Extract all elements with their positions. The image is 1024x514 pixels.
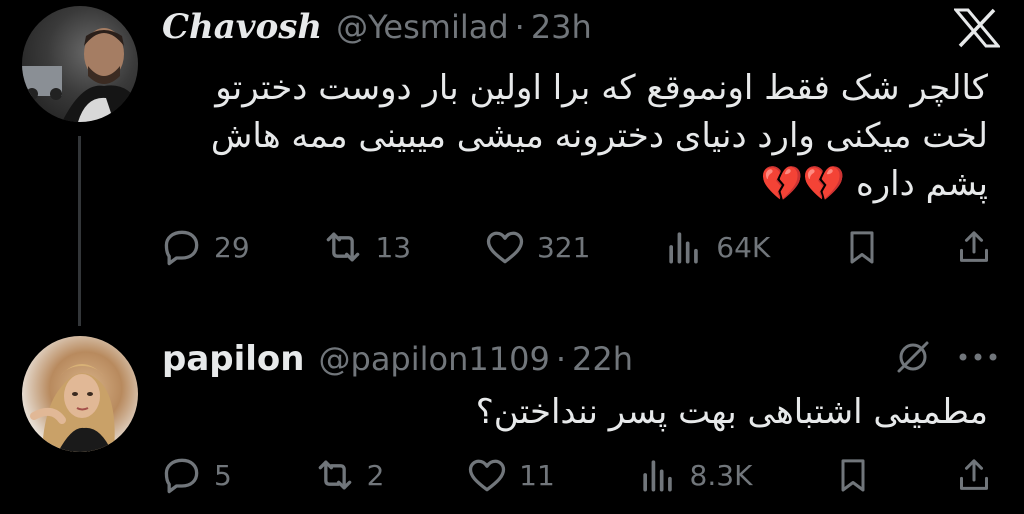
timestamp[interactable]: 22h bbox=[572, 340, 633, 378]
views-button[interactable]: 8.3K bbox=[636, 453, 753, 497]
view-count: 8.3K bbox=[689, 458, 753, 492]
display-name[interactable]: papilon bbox=[162, 339, 305, 379]
reply-button[interactable]: 5 bbox=[160, 453, 232, 497]
bookmark-button[interactable] bbox=[833, 455, 873, 495]
like-count: 11 bbox=[519, 458, 555, 492]
tweet-header: papilon @papilon1109 · 22h bbox=[162, 336, 633, 382]
tweet-header-actions bbox=[894, 338, 998, 376]
like-button[interactable]: 321 bbox=[483, 225, 590, 269]
heart-icon bbox=[469, 459, 506, 492]
share-button[interactable] bbox=[954, 455, 994, 495]
like-count: 321 bbox=[536, 230, 591, 264]
more-options-icon[interactable] bbox=[958, 352, 998, 362]
avatar[interactable] bbox=[22, 336, 138, 452]
repost-count: 13 bbox=[375, 230, 412, 264]
view-count: 64K bbox=[716, 230, 771, 264]
grok-icon[interactable] bbox=[894, 338, 932, 376]
share-icon bbox=[959, 231, 988, 262]
bookmark-button[interactable] bbox=[842, 227, 882, 267]
views-button[interactable]: 64K bbox=[662, 225, 770, 269]
separator-dot: · bbox=[555, 340, 566, 378]
handle[interactable]: @papilon1109 bbox=[319, 340, 550, 378]
tweet[interactable]: Chavosh @Yesmilad · 23h کالچر شک فقط اون… bbox=[0, 0, 1024, 326]
separator-dot: · bbox=[514, 8, 525, 46]
repost-icon bbox=[318, 460, 351, 490]
action-bar: 5 2 11 8.3K bbox=[160, 450, 994, 500]
display-name[interactable]: Chavosh bbox=[162, 7, 322, 47]
repost-count: 2 bbox=[366, 458, 385, 492]
like-button[interactable]: 11 bbox=[465, 453, 555, 497]
bookmark-icon bbox=[841, 459, 865, 492]
x-logo-icon bbox=[954, 8, 1000, 48]
reply-icon bbox=[164, 230, 199, 266]
share-icon bbox=[959, 459, 988, 490]
reply-icon bbox=[164, 458, 199, 494]
handle[interactable]: @Yesmilad bbox=[336, 8, 509, 46]
tweet-text: مطمینی اشتباهی بهت پسر ننداختن؟ bbox=[475, 392, 988, 432]
tweet-text: کالچر شک فقط اونموقع که برا اولین بار دو… bbox=[210, 68, 988, 204]
tweet-header: Chavosh @Yesmilad · 23h bbox=[162, 4, 592, 50]
repost-button[interactable]: 2 bbox=[313, 453, 385, 497]
reply-count: 5 bbox=[214, 458, 232, 492]
avatar[interactable] bbox=[22, 6, 138, 122]
tweet[interactable]: papilon @papilon1109 · 22h مطمینی اشتباه… bbox=[0, 320, 1024, 514]
analytics-icon bbox=[642, 460, 672, 492]
bookmark-icon bbox=[850, 231, 874, 264]
reply-count: 29 bbox=[214, 230, 250, 264]
analytics-icon bbox=[669, 232, 699, 264]
heart-icon bbox=[486, 231, 524, 264]
thread-line bbox=[78, 136, 81, 326]
repost-icon bbox=[327, 232, 360, 262]
repost-button[interactable]: 13 bbox=[321, 225, 411, 269]
reply-button[interactable]: 29 bbox=[160, 225, 250, 269]
action-bar: 29 13 321 64K bbox=[160, 222, 994, 272]
timestamp[interactable]: 23h bbox=[531, 8, 592, 46]
share-button[interactable] bbox=[954, 227, 994, 267]
